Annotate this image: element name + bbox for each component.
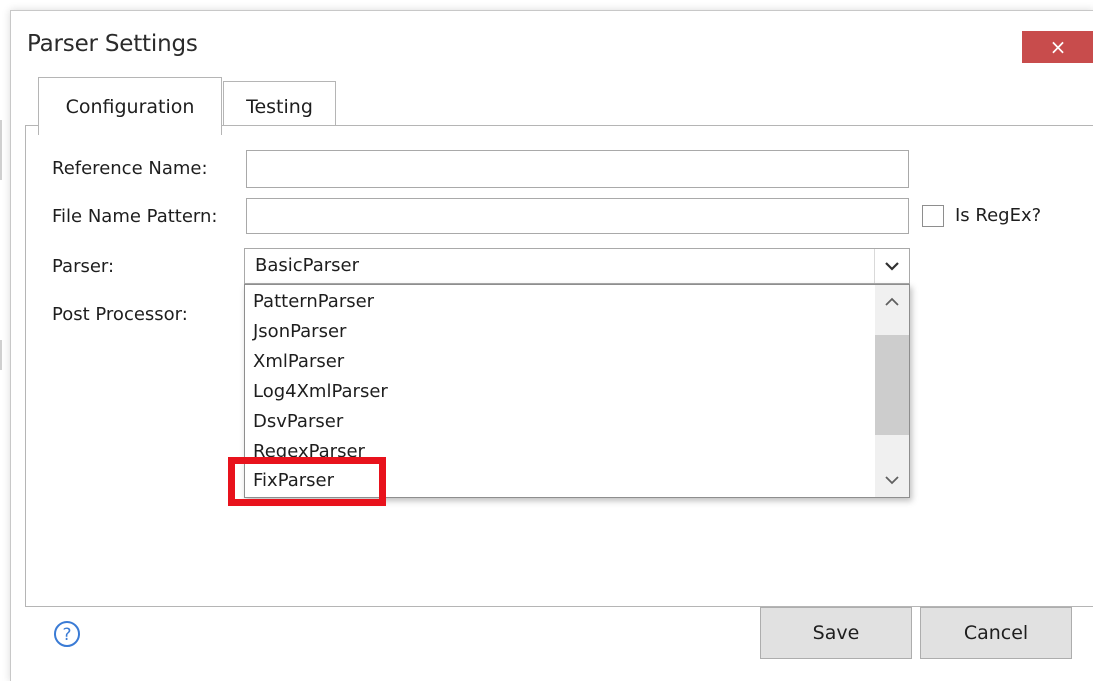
- is-regex-label: Is RegEx?: [955, 205, 1042, 226]
- cancel-button-label: Cancel: [963, 622, 1029, 644]
- chevron-up-icon[interactable]: [875, 285, 909, 319]
- chevron-down-icon[interactable]: [874, 249, 909, 283]
- file-name-pattern-input[interactable]: [246, 198, 909, 234]
- background-edge: [0, 120, 2, 180]
- parser-selected-value: BasicParser: [255, 255, 359, 276]
- tab-testing[interactable]: Testing: [223, 81, 336, 131]
- screen: Parser Settings × Configuration Testing …: [0, 0, 1093, 681]
- cancel-button[interactable]: Cancel: [920, 607, 1072, 659]
- scrollbar-thumb[interactable]: [875, 335, 909, 435]
- save-button[interactable]: Save: [760, 607, 912, 659]
- list-item[interactable]: XmlParser: [253, 347, 344, 377]
- background-edge: [0, 340, 2, 370]
- parser-combobox[interactable]: BasicParser: [244, 248, 910, 284]
- post-processor-label: Post Processor:: [52, 304, 188, 325]
- file-name-pattern-label: File Name Pattern:: [52, 206, 218, 227]
- reference-name-label: Reference Name:: [52, 158, 208, 179]
- list-item[interactable]: Log4XmlParser: [253, 377, 388, 407]
- close-button[interactable]: ×: [1022, 31, 1093, 63]
- list-item[interactable]: DsvParser: [253, 407, 343, 437]
- save-button-label: Save: [812, 622, 860, 644]
- list-item[interactable]: JsonParser: [253, 317, 346, 347]
- dialog-title: Parser Settings: [27, 31, 198, 57]
- tab-configuration-label: Configuration: [65, 95, 195, 118]
- chevron-down-icon[interactable]: [875, 463, 909, 497]
- dropdown-scrollbar[interactable]: [875, 285, 909, 497]
- parser-label: Parser:: [52, 256, 115, 277]
- is-regex-checkbox[interactable]: [922, 205, 944, 227]
- svg-text:?: ?: [62, 625, 71, 645]
- reference-name-input[interactable]: [246, 150, 909, 188]
- highlight-annotation: [228, 457, 386, 506]
- tab-testing-label: Testing: [246, 95, 313, 118]
- question-circle-icon[interactable]: ?: [53, 620, 81, 648]
- close-icon: ×: [1049, 35, 1067, 59]
- background-window: [0, 0, 1093, 10]
- tab-configuration[interactable]: Configuration: [38, 77, 222, 135]
- list-item[interactable]: PatternParser: [253, 287, 374, 317]
